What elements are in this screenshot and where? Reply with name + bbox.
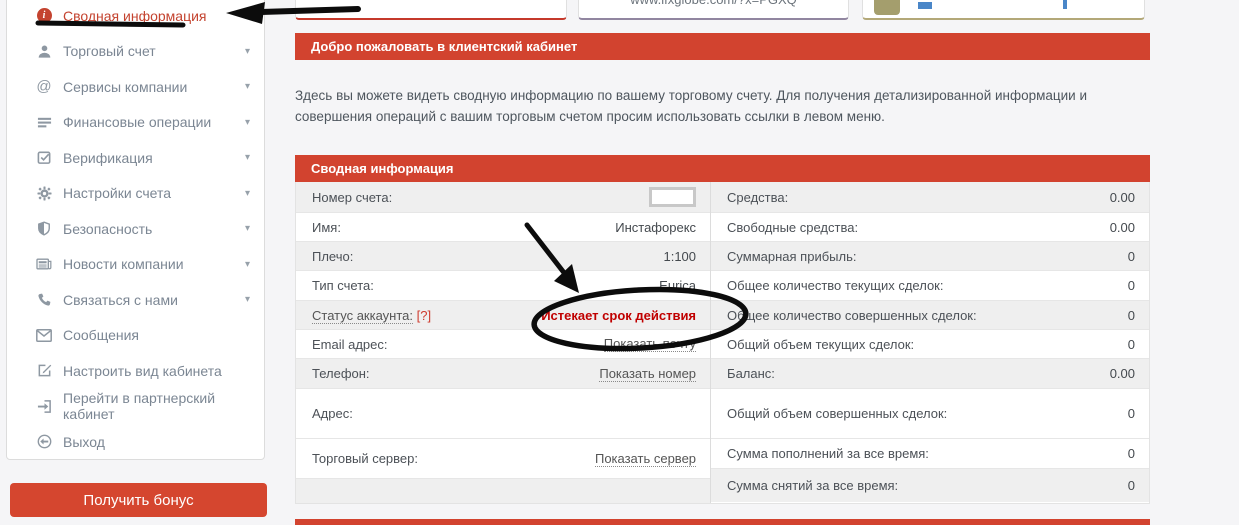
sidebar-item-trading-account[interactable]: Торговый счет ▾ — [7, 34, 264, 70]
table-row: Общий объем текущих сделок: 0 — [711, 330, 1149, 359]
sidebar-item-company-services[interactable]: @ Сервисы компании ▾ — [7, 69, 264, 105]
chevron-down-icon: ▾ — [245, 223, 250, 234]
sidebar-item-label: Выход — [63, 434, 105, 450]
sidebar: i Сводная информация Торговый счет ▾ @ С… — [6, 0, 265, 460]
chevron-down-icon: ▾ — [245, 46, 250, 57]
redacted-account-number — [649, 187, 696, 207]
top-card-left — [295, 0, 567, 20]
table-row: Сумма пополнений за все время: 0 — [711, 439, 1149, 469]
show-email-link[interactable]: Показать почту — [604, 336, 696, 352]
next-section-header-clipped — [295, 519, 1150, 525]
sidebar-item-label: Связаться с нами — [63, 292, 178, 308]
summary-header: Сводная информация — [295, 155, 1150, 182]
table-row: Средства: 0.00 — [711, 182, 1149, 213]
show-phone-link[interactable]: Показать номер — [599, 366, 696, 382]
check-square-icon — [35, 150, 53, 165]
edit-icon — [35, 363, 53, 378]
sidebar-item-label: Настройки счета — [63, 185, 171, 201]
newspaper-icon — [35, 257, 53, 271]
table-row: Номер счета: — [296, 182, 710, 213]
sidebar-item-account-settings[interactable]: Настройки счета ▾ — [7, 176, 264, 212]
at-icon: @ — [35, 78, 53, 95]
sidebar-item-messages[interactable]: Сообщения — [7, 318, 264, 354]
user-icon — [35, 44, 53, 59]
help-question-link[interactable]: [?] — [417, 308, 431, 323]
summary-table-left-column: Номер счета: Имя: Инстафорекс Плечо: 1:1… — [296, 182, 710, 503]
sidebar-item-verification[interactable]: Верификация ▾ — [7, 140, 264, 176]
account-status-tooltip-link[interactable]: Статус аккаунта: — [312, 308, 413, 324]
gear-icon — [35, 186, 53, 201]
referral-url[interactable]: www.ifxglobe.com/?x=PGXQ — [579, 0, 848, 7]
logout-icon — [35, 434, 53, 449]
table-row-account-status: Статус аккаунта: [?] Истекает срок дейст… — [296, 301, 710, 330]
sidebar-item-label: Новости компании — [63, 256, 184, 272]
clipped-link-fragment — [918, 2, 932, 9]
table-row: Общий объем совершенных сделок: 0 — [711, 389, 1149, 439]
sidebar-item-logout[interactable]: Выход — [7, 424, 264, 460]
sidebar-item-label: Перейти в партнерский кабинет — [63, 390, 250, 422]
sidebar-item-label: Верификация — [63, 150, 153, 166]
phone-icon — [35, 293, 53, 307]
sidebar-item-security[interactable]: Безопасность ▾ — [7, 211, 264, 247]
table-row: Плечо: 1:100 — [296, 242, 710, 271]
sidebar-item-contact-us[interactable]: Связаться с нами ▾ — [7, 282, 264, 318]
sidebar-item-partner-cabinet[interactable]: Перейти в партнерский кабинет — [7, 389, 264, 425]
table-row: Торговый сервер: Показать сервер — [296, 439, 710, 479]
chevron-down-icon: ▾ — [245, 152, 250, 163]
sidebar-item-summary[interactable]: i Сводная информация — [7, 0, 264, 34]
table-row: Общее количество совершенных сделок: 0 — [711, 301, 1149, 330]
sidebar-item-label: Безопасность — [63, 221, 152, 237]
summary-table: Номер счета: Имя: Инстафорекс Плечо: 1:1… — [295, 182, 1150, 504]
table-row: Общее количество текущих сделок: 0 — [711, 271, 1149, 301]
sidebar-item-label: Торговый счет — [63, 43, 156, 59]
show-server-link[interactable]: Показать сервер — [595, 451, 696, 467]
clipped-link-fragment — [1063, 0, 1067, 9]
khaki-badge-icon — [874, 0, 900, 15]
account-status-value: Истекает срок действия — [541, 308, 696, 323]
sidebar-item-financial-operations[interactable]: Финансовые операции ▾ — [7, 105, 264, 141]
chevron-down-icon: ▾ — [245, 117, 250, 128]
summary-table-right-column: Средства: 0.00 Свободные средства: 0.00 … — [710, 182, 1149, 503]
chevron-down-icon: ▾ — [245, 188, 250, 199]
welcome-header: Добро пожаловать в клиентский кабинет — [295, 33, 1150, 60]
shield-icon — [35, 221, 53, 236]
table-row: Тип счета: Eurica — [296, 271, 710, 301]
table-row: Адрес: — [296, 389, 710, 439]
table-row-empty — [296, 479, 710, 503]
sidebar-item-label: Финансовые операции — [63, 114, 211, 130]
info-icon: i — [35, 8, 53, 23]
sidebar-item-label: Сервисы компании — [63, 79, 187, 95]
list-icon — [35, 115, 53, 130]
top-card-right — [862, 0, 1145, 20]
get-bonus-button[interactable]: Получить бонус — [10, 483, 267, 517]
sidebar-item-label: Настроить вид кабинета — [63, 363, 222, 379]
intro-text: Здесь вы можете видеть сводную информаци… — [295, 85, 1157, 127]
sign-in-icon — [35, 399, 53, 414]
sidebar-item-customize-cabinet[interactable]: Настроить вид кабинета — [7, 353, 264, 389]
table-row: Имя: Инстафорекс — [296, 213, 710, 242]
sidebar-item-label: Сообщения — [63, 327, 139, 343]
table-row: Свободные средства: 0.00 — [711, 213, 1149, 242]
sidebar-item-label: Сводная информация — [63, 8, 207, 24]
chevron-down-icon: ▾ — [245, 294, 250, 305]
table-row: Email адрес: Показать почту — [296, 330, 710, 359]
chevron-down-icon: ▾ — [245, 81, 250, 92]
table-row: Телефон: Показать номер — [296, 359, 710, 389]
mail-icon — [35, 329, 53, 342]
sidebar-item-company-news[interactable]: Новости компании ▾ — [7, 247, 264, 283]
table-row: Сумма снятий за все время: 0 — [711, 469, 1149, 502]
table-row: Суммарная прибыль: 0 — [711, 242, 1149, 271]
top-card-referral-link[interactable]: www.ifxglobe.com/?x=PGXQ — [578, 0, 849, 20]
table-row: Баланс: 0.00 — [711, 359, 1149, 389]
chevron-down-icon: ▾ — [245, 259, 250, 270]
